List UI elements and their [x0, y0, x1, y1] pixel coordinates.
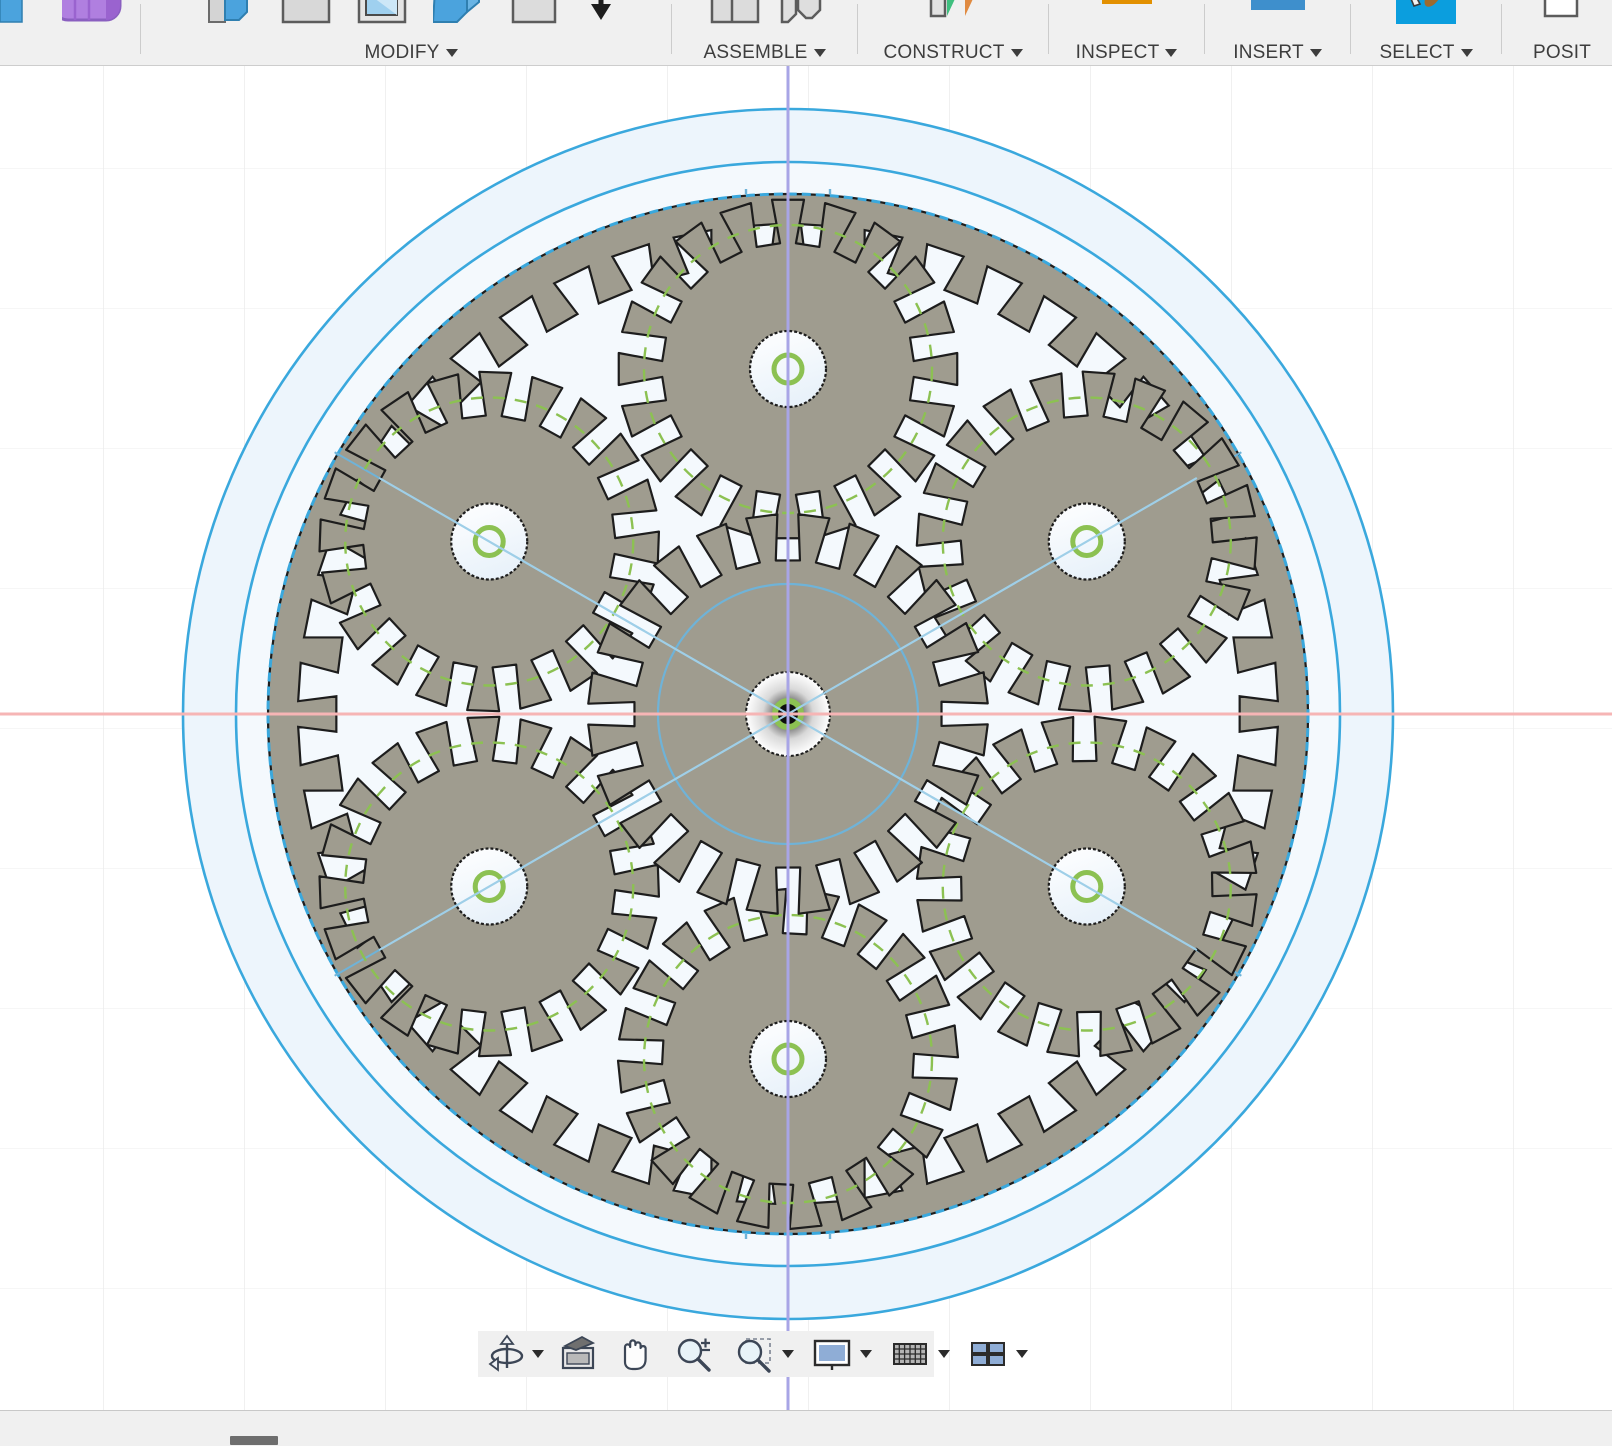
- ribbon-group-modify-label[interactable]: MODIFY: [364, 42, 458, 64]
- ribbon-label-text: ASSEMBLE: [703, 42, 808, 63]
- nav-viewports-button[interactable]: [964, 1334, 1012, 1374]
- joint-icon[interactable]: [776, 0, 822, 44]
- chevron-down-icon: [813, 49, 826, 57]
- nav-orbit-button[interactable]: [484, 1334, 530, 1374]
- design-canvas[interactable]: [0, 66, 1612, 1410]
- ribbon-group-select-label[interactable]: SELECT: [1379, 42, 1473, 64]
- zoom-window-icon: [737, 1338, 771, 1373]
- shell-icon[interactable]: [357, 0, 407, 44]
- nav-pan-button[interactable]: [614, 1334, 656, 1374]
- purple-body-icon[interactable]: [62, 0, 124, 44]
- ribbon-group-insert-label[interactable]: INSERT: [1233, 42, 1322, 64]
- ribbon-label-text: INSERT: [1233, 42, 1304, 63]
- chevron-down-icon: [1460, 49, 1473, 57]
- chevron-down-icon: [445, 49, 458, 57]
- position-icon[interactable]: [1539, 0, 1585, 44]
- navigation-bar[interactable]: [478, 1331, 1028, 1377]
- ribbon-label-text: CONSTRUCT: [883, 42, 1005, 63]
- zoom-icon: [677, 1338, 711, 1372]
- chevron-down-icon: [1010, 49, 1023, 57]
- ribbon-group-inspect-label[interactable]: INSPECT: [1076, 42, 1178, 64]
- ribbon-group-assemble-label[interactable]: ASSEMBLE: [703, 42, 826, 64]
- display-settings-chevron-down-icon[interactable]: [860, 1350, 872, 1358]
- ribbon-group-modify: MODIFY: [151, 0, 671, 65]
- draft-icon[interactable]: [433, 0, 480, 44]
- nav-zoom-button[interactable]: [670, 1334, 718, 1374]
- ribbon-label-text: SELECT: [1379, 42, 1455, 63]
- select-paint-icon[interactable]: [1390, 0, 1462, 44]
- zoom-window-chevron-down-icon[interactable]: [782, 1350, 794, 1358]
- ribbon-label-text: MODIFY: [364, 42, 440, 63]
- offset-plane-icon[interactable]: [923, 0, 983, 44]
- ribbon-group-inspect: INSPECT: [1049, 0, 1204, 65]
- nav-display-settings-button[interactable]: [808, 1334, 856, 1374]
- viewports-icon: [971, 1342, 1005, 1366]
- new-component-icon[interactable]: [708, 0, 759, 44]
- ribbon-label-text: POSIT: [1532, 42, 1591, 63]
- chevron-down-icon: [1309, 49, 1322, 57]
- combine-dropdown-icon[interactable]: [585, 0, 617, 44]
- ribbon-group-leading: [0, 0, 130, 65]
- viewports-chevron-down-icon[interactable]: [1016, 1350, 1028, 1358]
- planet-bore: [748, 1019, 828, 1099]
- nav-grid-snaps-button[interactable]: [886, 1334, 934, 1374]
- ribbon-group-assemble: ASSEMBLE: [672, 0, 857, 65]
- chevron-down-icon: [1165, 49, 1178, 57]
- pan-hand-icon: [623, 1339, 647, 1371]
- grid-snaps-chevron-down-icon[interactable]: [938, 1350, 950, 1358]
- look-at-icon: [561, 1335, 596, 1370]
- nav-look-at-button[interactable]: [556, 1334, 600, 1374]
- ribbon-group-construct-label[interactable]: CONSTRUCT: [883, 42, 1023, 64]
- ribbon-group-position-label[interactable]: POSIT: [1533, 42, 1591, 64]
- planetary-gear-sketch[interactable]: [0, 66, 1612, 1410]
- measure-icon[interactable]: [1098, 0, 1156, 44]
- ribbon-label-text: INSPECT: [1075, 42, 1160, 63]
- orbit-icon: [488, 1334, 524, 1372]
- blue-square-icon[interactable]: [0, 0, 34, 44]
- ribbon-toolbar: MODIFY ASSEMBLE CONSTRUCT INSPECT INSERT…: [0, 0, 1612, 66]
- ribbon-group-position: POSIT: [1502, 0, 1612, 65]
- orbit-chevron-down-icon[interactable]: [532, 1350, 544, 1358]
- scale-icon[interactable]: [509, 0, 557, 44]
- ribbon-group-construct: CONSTRUCT: [858, 0, 1048, 65]
- ribbon-group-insert: INSERT: [1205, 0, 1350, 65]
- display-settings-icon: [813, 1339, 851, 1370]
- press-pull-icon[interactable]: [205, 0, 251, 44]
- grid-snaps-icon: [893, 1343, 927, 1365]
- timeline-handle[interactable]: [230, 1436, 278, 1445]
- ribbon-divider: [140, 4, 141, 54]
- nav-zoom-window-button[interactable]: [730, 1334, 778, 1374]
- insert-mcmaster-icon[interactable]: [1247, 0, 1309, 44]
- fillet-icon[interactable]: [281, 0, 331, 44]
- status-bar: [0, 1410, 1612, 1446]
- planet-bore: [748, 329, 828, 409]
- ribbon-group-select: SELECT: [1351, 0, 1501, 65]
